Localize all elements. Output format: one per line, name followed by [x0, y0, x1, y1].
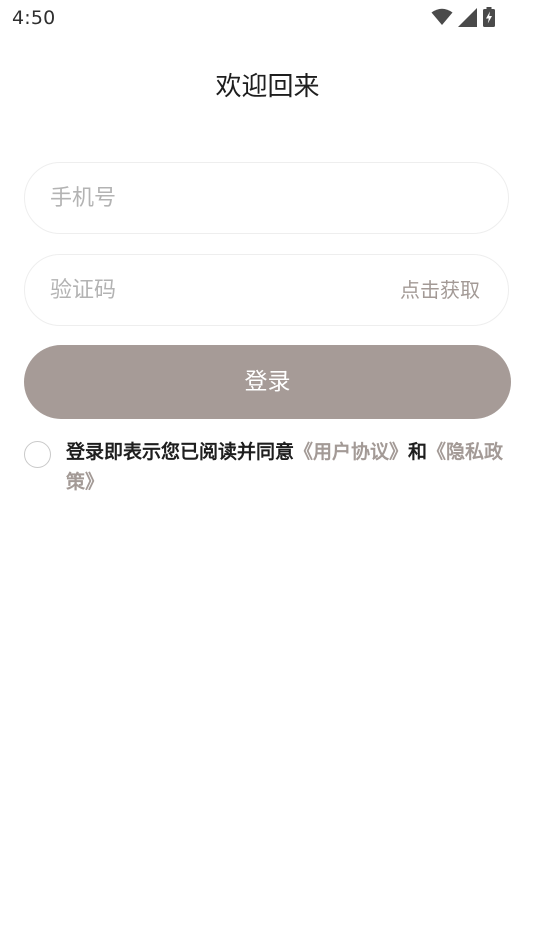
get-code-button[interactable]: 点击获取 [400, 255, 480, 325]
agreement-prefix: 登录即表示您已阅读并同意 [66, 441, 295, 463]
page-title: 欢迎回来 [215, 72, 320, 102]
agreement-connector: 和 [408, 441, 428, 463]
status-bar: 4:50 [0, 0, 535, 36]
wifi-icon [431, 8, 453, 25]
verification-code-field[interactable]: 点击获取 [24, 254, 509, 326]
status-icons [431, 7, 495, 27]
login-button[interactable]: 登录 [24, 345, 511, 419]
phone-field[interactable] [24, 162, 509, 234]
agreement-text: 登录即表示您已阅读并同意《用户协议》和《隐私政策》 [66, 437, 510, 497]
cell-signal-icon [458, 7, 477, 27]
status-time: 4:50 [12, 7, 56, 29]
phone-input[interactable] [50, 163, 380, 233]
battery-charging-icon [483, 7, 495, 27]
agreement-checkbox[interactable] [24, 441, 51, 468]
verification-code-input[interactable] [50, 255, 380, 325]
user-agreement-link[interactable]: 《用户协议》 [294, 441, 408, 463]
